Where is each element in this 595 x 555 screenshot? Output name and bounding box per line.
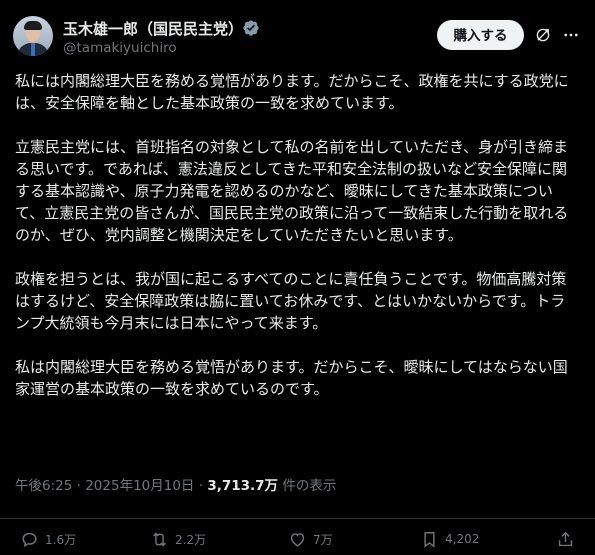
- reply-button[interactable]: 1.6万: [20, 529, 76, 549]
- reply-count: 1.6万: [45, 532, 77, 547]
- post-paragraph: 政権を担うとは、我が国に起こるすべてのことに責任負うことです。物価高騰対策はする…: [15, 270, 567, 332]
- share-icon: [558, 531, 573, 546]
- more-icon[interactable]: [561, 26, 581, 44]
- bookmark-count: 4,202: [445, 532, 480, 546]
- like-icon: [290, 532, 305, 547]
- share-button[interactable]: [556, 529, 581, 549]
- post-paragraph: 立憲民主党には、首班指名の対象として私の名前を出していただき、身が引き締まる思い…: [15, 138, 569, 244]
- buy-button[interactable]: 購入する: [437, 20, 524, 50]
- meta-separator: ·: [198, 478, 204, 494]
- post-header: 玉木雄一郎（国民民主党） @tamakiyuichiro 購入する: [0, 0, 595, 68]
- repost-button[interactable]: 2.2万: [150, 529, 206, 549]
- post-meta: 午後6:25 · 2025年10月10日 · 3,713.7万 件の表示: [15, 474, 336, 494]
- post-time[interactable]: 午後6:25: [15, 478, 72, 494]
- avatar[interactable]: [13, 16, 53, 56]
- repost-count: 2.2万: [175, 532, 207, 547]
- post-date[interactable]: 2025年10月10日: [85, 478, 194, 494]
- repost-icon: [153, 532, 166, 546]
- views-label: 件の表示: [282, 478, 337, 494]
- author-display-name[interactable]: 玉木雄一郎（国民民主党）: [63, 18, 243, 39]
- bookmark-icon: [424, 531, 435, 548]
- bookmark-button[interactable]: 4,202: [420, 529, 479, 549]
- views-count: 3,713.7万: [207, 478, 279, 494]
- reply-icon: [22, 532, 37, 547]
- post-paragraph: 私には内閣総理大臣を務める覚悟があります。だからこそ、政権を共にする政党には、安…: [15, 72, 569, 112]
- like-count: 7万: [313, 532, 333, 547]
- action-bar: 1.6万 2.2万 7万 4,202: [0, 518, 595, 555]
- grok-icon[interactable]: [534, 26, 552, 44]
- post-paragraph: 私は内閣総理大臣を務める覚悟があります。だからこそ、曖昧にしてはならない国家運営…: [15, 358, 568, 398]
- verified-badge-icon: [243, 20, 259, 36]
- author-handle[interactable]: @tamakiyuichiro: [63, 40, 177, 56]
- meta-separator: ·: [76, 478, 81, 494]
- like-button[interactable]: 7万: [288, 529, 333, 549]
- post-text: 私には内閣総理大臣を務める覚悟があります。だからこそ、政権を共にする政党には、安…: [15, 70, 580, 422]
